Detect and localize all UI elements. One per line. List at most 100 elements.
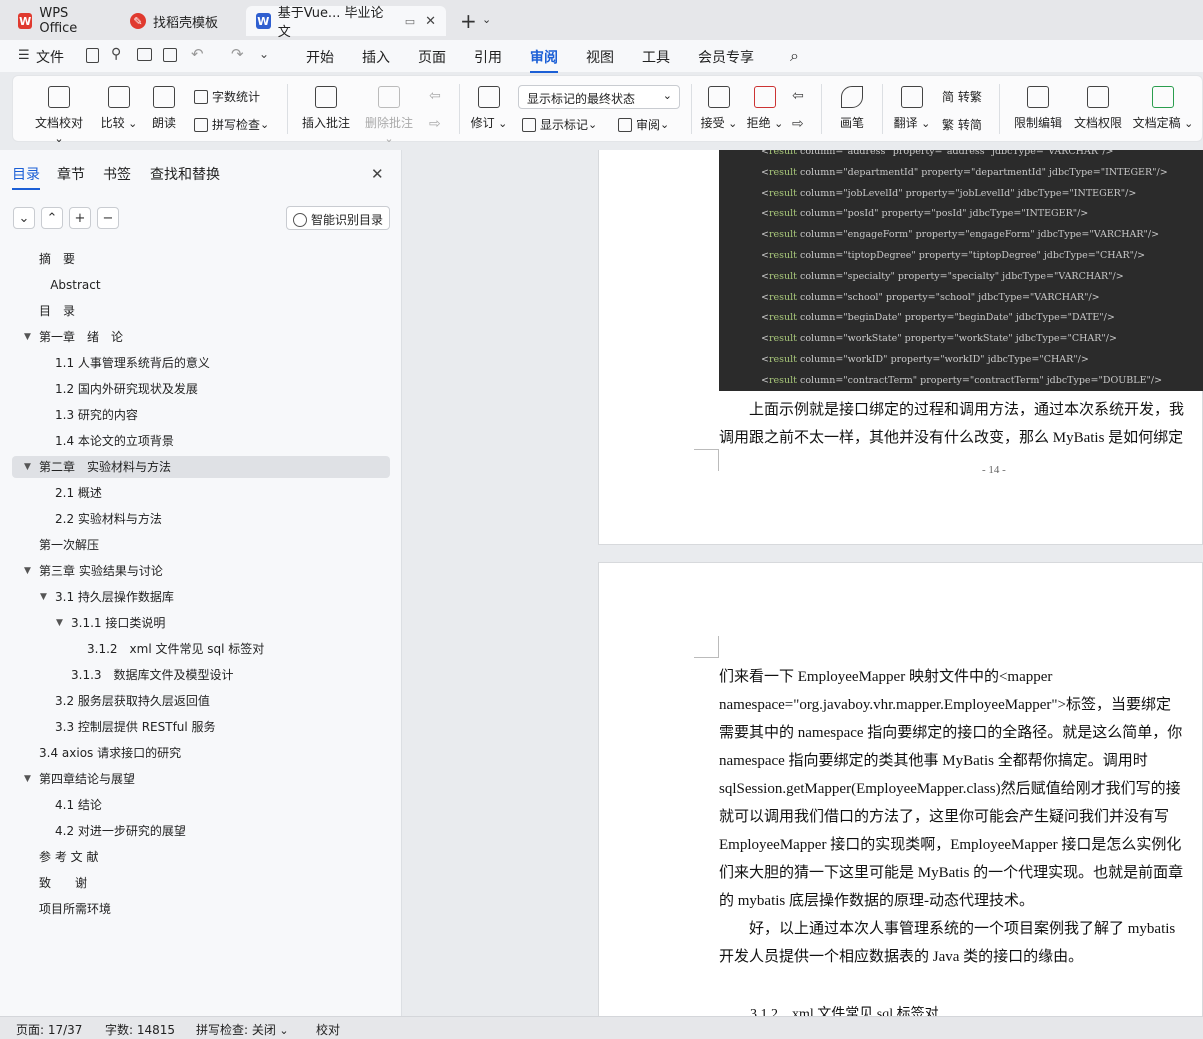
add-heading-button[interactable]: + <box>69 207 91 229</box>
collapse-all-button[interactable]: ⌄ <box>13 207 35 229</box>
close-tab-icon[interactable]: ✕ <box>425 14 436 29</box>
compare-button[interactable]: 比较 <box>99 86 139 131</box>
toc-item-label: 第一章 绪 论 <box>39 330 124 344</box>
toc-item[interactable]: 摘 要 <box>0 248 390 270</box>
review-pane-button[interactable]: 审阅 <box>618 116 669 133</box>
menu-item-membership[interactable]: 会员专享 <box>698 47 754 67</box>
tab-find-replace[interactable]: 查找和替换 <box>150 164 220 184</box>
toc-item[interactable]: 2.1 概述 <box>0 482 390 504</box>
expand-arrow-icon[interactable]: ▼ <box>24 560 31 582</box>
toc-item[interactable]: 1.1 人事管理系统背后的意义 <box>0 352 390 374</box>
float-window-icon[interactable]: ▭ <box>405 15 415 28</box>
tab-bookmarks[interactable]: 书签 <box>103 164 131 184</box>
toc-item[interactable]: 3.2 服务层获取持久层返回值 <box>0 690 390 712</box>
quick-access-more-icon[interactable]: ⌄ <box>259 47 269 61</box>
delete-comment-button[interactable]: 删除批注 <box>359 86 419 145</box>
finalize-button[interactable]: 文档定稿 <box>1131 86 1195 131</box>
toc-item[interactable]: ▼ 第一章 绪 论 <box>0 326 390 348</box>
menu-item-review[interactable]: 审阅 <box>530 47 558 73</box>
menu-item-page[interactable]: 页面 <box>418 47 446 67</box>
code-line: <result column="workID" property="workID… <box>761 354 1089 365</box>
menu-item-tools[interactable]: 工具 <box>642 47 670 67</box>
expand-arrow-icon[interactable]: ▼ <box>24 456 31 478</box>
expand-arrow-icon[interactable]: ▼ <box>24 326 31 348</box>
tab-document[interactable]: W 基于Vue... 毕业论文 ▭ ✕ <box>246 6 446 40</box>
undo-icon[interactable]: ↶ <box>191 45 204 63</box>
tab-wps-office[interactable]: W WPS Office <box>8 6 113 36</box>
toc-item[interactable]: 致 谢 <box>0 872 390 894</box>
next-comment-icon[interactable]: ⇨ <box>429 116 441 132</box>
save-icon[interactable] <box>86 48 99 63</box>
margin-marker <box>694 449 719 471</box>
toc-item[interactable]: 4.2 对进一步研究的展望 <box>0 820 390 842</box>
expand-up-button[interactable]: ⌃ <box>41 207 63 229</box>
close-pane-icon[interactable]: ✕ <box>371 165 384 183</box>
next-revision-icon[interactable]: ⇨ <box>792 116 804 132</box>
toc-item[interactable]: 1.4 本论文的立项背景 <box>0 430 390 452</box>
toc-item[interactable]: ▼ 第四章结论与展望 <box>0 768 390 790</box>
toc-item[interactable]: 3.1.3 数据库文件及模型设计 <box>0 664 390 686</box>
chevron-down-icon[interactable]: ⌄ <box>482 13 491 26</box>
expand-arrow-icon[interactable]: ▼ <box>40 586 47 608</box>
print-preview-icon[interactable] <box>163 48 177 62</box>
proofread-indicator[interactable]: 校对 <box>316 1021 340 1038</box>
toc-item[interactable]: ▼ 3.1 持久层操作数据库 <box>0 586 390 608</box>
smart-toc-button[interactable]: 智能识别目录 <box>286 206 390 230</box>
toc-item[interactable]: 2.2 实验材料与方法 <box>0 508 390 530</box>
menu-item-reference[interactable]: 引用 <box>474 47 502 67</box>
previous-revision-icon[interactable]: ⇦ <box>792 88 804 104</box>
show-markup-button[interactable]: 显示标记 <box>522 116 597 133</box>
accept-button[interactable]: 接受 <box>699 86 739 131</box>
toc-item[interactable]: 3.4 axios 请求接口的研究 <box>0 742 390 764</box>
share-icon[interactable]: ⚲ <box>111 46 121 62</box>
expand-arrow-icon[interactable]: ▼ <box>24 768 31 790</box>
toc-item[interactable]: Abstract <box>0 274 390 296</box>
pen-button[interactable]: 画笔 <box>834 86 870 131</box>
hamburger-icon[interactable]: ☰ <box>18 48 30 63</box>
toc-item[interactable]: ▼ 第三章 实验结果与讨论 <box>0 560 390 582</box>
search-icon[interactable]: ⌕ <box>790 46 799 66</box>
toc-item[interactable]: ▼ 3.1.1 接口类说明 <box>0 612 390 634</box>
tab-toc[interactable]: 目录 <box>12 164 40 190</box>
to-simplified-button[interactable]: 繁 转简 <box>942 116 982 133</box>
menu-item-start[interactable]: 开始 <box>306 47 334 67</box>
doc-check-button[interactable]: 文档校对 <box>29 86 89 145</box>
print-icon[interactable] <box>137 48 152 61</box>
reject-button[interactable]: 拒绝 <box>745 86 785 131</box>
toc-item[interactable]: 参 考 文 献 <box>0 846 390 868</box>
revise-button[interactable]: 修订 <box>469 86 509 131</box>
toc-item[interactable]: ▼ 第二章 实验材料与方法 <box>12 456 390 478</box>
page-indicator[interactable]: 页面: 17/37 <box>16 1021 82 1038</box>
spell-check-button[interactable]: 拼写检查 <box>194 116 269 133</box>
toc-item-label: 参 考 文 献 <box>39 850 99 864</box>
expand-arrow-icon[interactable]: ▼ <box>56 612 63 634</box>
toc-item[interactable]: 1.2 国内外研究现状及发展 <box>0 378 390 400</box>
toc-item[interactable]: 3.1.2 xml 文件常见 sql 标签对 <box>0 638 390 660</box>
toc-item[interactable]: 1.3 研究的内容 <box>0 404 390 426</box>
toc-item[interactable]: 目 录 <box>0 300 390 322</box>
spell-check-indicator[interactable]: 拼写检查: 关闭 <box>196 1021 289 1038</box>
redo-icon[interactable]: ↷ <box>231 45 244 63</box>
to-traditional-button[interactable]: 简 转繁 <box>942 88 982 105</box>
restrict-edit-button[interactable]: 限制编辑 <box>1011 86 1065 131</box>
translate-button[interactable]: 翻译 <box>892 86 932 131</box>
new-tab-icon[interactable]: + <box>460 9 477 33</box>
toc-item[interactable]: 第一次解压 <box>0 534 390 556</box>
toc-item[interactable]: 4.1 结论 <box>0 794 390 816</box>
toc-item[interactable]: 项目所需环境 <box>0 898 390 920</box>
toc-item[interactable]: 3.3 控制层提供 RESTful 服务 <box>0 716 390 738</box>
paragraph-line: 就可以调用我们借口的方法了，这里你可能会产生疑问我们并没有写 <box>719 809 1170 825</box>
menu-item-view[interactable]: 视图 <box>586 47 614 67</box>
word-count-button[interactable]: 字数统计 <box>194 88 260 105</box>
markup-state-select[interactable]: 显示标记的最终状态 ⌄ <box>518 85 680 109</box>
menu-item-insert[interactable]: 插入 <box>362 47 390 67</box>
tab-docer-templates[interactable]: ✎ 找稻壳模板 <box>120 6 240 36</box>
remove-heading-button[interactable]: − <box>97 207 119 229</box>
menu-file[interactable]: 文件 <box>36 47 64 67</box>
word-count-indicator[interactable]: 字数: 14815 <box>105 1021 175 1038</box>
previous-comment-icon[interactable]: ⇦ <box>429 88 441 104</box>
doc-permission-button[interactable]: 文档权限 <box>1071 86 1125 131</box>
insert-comment-button[interactable]: 插入批注 <box>299 86 353 131</box>
read-aloud-button[interactable]: 朗读 <box>146 86 182 131</box>
tab-chapters[interactable]: 章节 <box>57 164 85 184</box>
